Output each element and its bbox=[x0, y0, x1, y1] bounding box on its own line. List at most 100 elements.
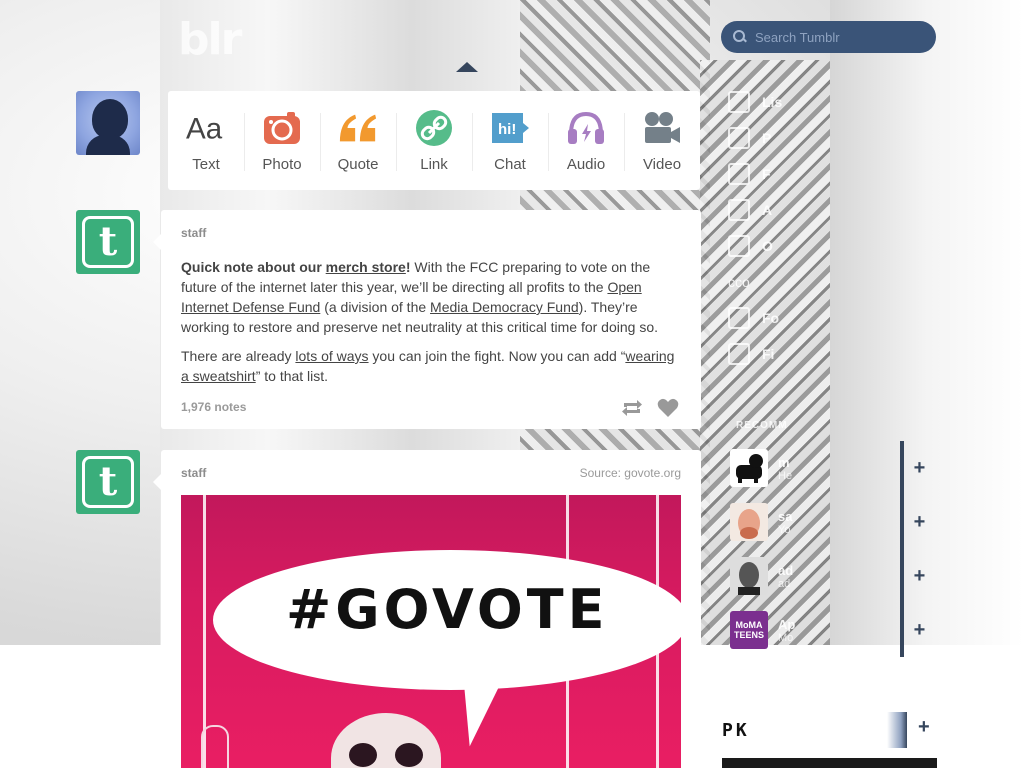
notes-count[interactable]: 1,976 notes bbox=[181, 400, 246, 414]
post-paragraph: Quick note about our merch store! With t… bbox=[181, 257, 676, 337]
blog-avatar: MoMA TEENS bbox=[730, 611, 768, 649]
drafts-icon bbox=[728, 235, 750, 257]
composer-quote-button[interactable]: Quote bbox=[320, 91, 396, 190]
recommended-heading: RECOMM bbox=[736, 420, 788, 431]
post-text: There are already bbox=[181, 348, 296, 364]
composer-chat-button[interactable]: hi! Chat bbox=[472, 91, 548, 190]
post-text: (a division of the bbox=[320, 299, 431, 315]
recommended-blog[interactable]: sa Yo + bbox=[725, 495, 935, 549]
text-icon: Aa bbox=[186, 108, 226, 148]
search-icon bbox=[733, 30, 747, 44]
radar-follow-button[interactable]: + bbox=[918, 716, 930, 739]
blog-avatar bbox=[730, 503, 768, 541]
sidebar-item-label: P bbox=[762, 130, 772, 146]
post-author[interactable]: staff bbox=[181, 226, 206, 240]
blog-avatar bbox=[730, 449, 768, 487]
follow-icon bbox=[728, 307, 750, 329]
merch-store-link[interactable]: merch store bbox=[326, 259, 406, 275]
account-label: cco bbox=[728, 274, 750, 290]
skull-eye bbox=[395, 743, 423, 767]
post-card: staff Quick note about our merch store! … bbox=[153, 210, 701, 429]
recommended-list: m He + sa Yo + ad ad + MoMA TEENS Ap Mo bbox=[725, 441, 935, 657]
staff-avatar[interactable]: t bbox=[76, 450, 140, 514]
composer-label: Video bbox=[642, 156, 682, 173]
media-democracy-fund-link[interactable]: Media Democracy Fund bbox=[430, 299, 579, 315]
staff-avatar[interactable]: t bbox=[76, 210, 140, 274]
tumblr-logo[interactable]: blr bbox=[178, 14, 242, 65]
composer-photo-button[interactable]: Photo bbox=[244, 91, 320, 190]
blog-subtitle: He bbox=[778, 469, 793, 482]
chat-icon: hi! bbox=[490, 108, 530, 148]
post-card: staff Source: govote.org #GOVOTE bbox=[153, 450, 701, 768]
svg-text:hi!: hi! bbox=[498, 121, 516, 138]
follow-button[interactable]: + bbox=[900, 549, 935, 603]
lots-of-ways-link[interactable]: lots of ways bbox=[295, 348, 368, 364]
sidebar-item[interactable]: Lis bbox=[728, 84, 782, 120]
svg-text:Aa: Aa bbox=[186, 112, 223, 145]
composer-audio-button[interactable]: Audio bbox=[548, 91, 624, 190]
avatar-silhouette-head bbox=[92, 99, 128, 139]
composer-link-button[interactable]: Link bbox=[396, 91, 472, 190]
govote-image[interactable]: #GOVOTE bbox=[181, 495, 681, 768]
sidebar-item-label: F bbox=[762, 166, 771, 182]
composer-label: Photo bbox=[262, 156, 302, 173]
composer-label: Audio bbox=[566, 156, 606, 173]
bold-text: Quick note about our bbox=[181, 259, 326, 275]
blog-name: Ap bbox=[778, 616, 796, 632]
composer-text-button[interactable]: Aa Text bbox=[168, 91, 244, 190]
reblog-icon[interactable] bbox=[621, 398, 643, 423]
sidebar-item-label: A bbox=[762, 202, 773, 218]
post-actions bbox=[621, 398, 679, 423]
recommended-blog[interactable]: MoMA TEENS Ap Mo + bbox=[725, 603, 935, 657]
blog-avatar bbox=[730, 557, 768, 595]
skull-drawing bbox=[331, 713, 441, 768]
recommended-blog[interactable]: ad ad + bbox=[725, 549, 935, 603]
sidebar-item[interactable]: O bbox=[728, 228, 782, 264]
heart-icon[interactable] bbox=[657, 398, 679, 423]
sidebar-item-label: Fi bbox=[762, 346, 775, 362]
follow-button[interactable]: + bbox=[900, 603, 935, 657]
post-author[interactable]: staff bbox=[181, 466, 206, 480]
blog-name: ad bbox=[778, 562, 794, 578]
search-input[interactable] bbox=[755, 29, 925, 45]
post-paragraph: There are already lots of ways you can j… bbox=[181, 346, 676, 386]
sidebar-item[interactable]: F bbox=[728, 156, 782, 192]
list-icon bbox=[728, 91, 750, 113]
radar-divider bbox=[887, 712, 907, 748]
account-header: cco bbox=[728, 264, 782, 300]
blog-name: sa bbox=[778, 508, 793, 524]
gear-icon bbox=[728, 343, 750, 365]
radar-widget[interactable]: PK + bbox=[722, 710, 937, 750]
post-text: ” to that list. bbox=[255, 368, 329, 384]
sidebar-item-label: Lis bbox=[762, 94, 783, 110]
post-composer: Aa Text Photo Quote Link hi! Chat Audio … bbox=[168, 91, 700, 190]
hand-drawing bbox=[201, 725, 229, 768]
blog-name: m bbox=[778, 454, 790, 470]
avatar-text: MoMA TEENS bbox=[733, 620, 764, 640]
blog-subtitle: Yo bbox=[778, 523, 791, 536]
follow-button[interactable]: + bbox=[900, 495, 935, 549]
search-bar[interactable] bbox=[721, 21, 936, 53]
followers-icon bbox=[728, 163, 750, 185]
composer-label: Chat bbox=[494, 156, 526, 173]
follow-button[interactable]: + bbox=[900, 441, 935, 495]
sidebar-item[interactable]: A bbox=[728, 192, 782, 228]
composer-label: Link bbox=[420, 156, 448, 173]
nav-indicator-arrow bbox=[456, 62, 478, 72]
tumblr-t-logo: t bbox=[82, 456, 134, 508]
sidebar-item[interactable]: P bbox=[728, 120, 782, 156]
composer-label: Quote bbox=[337, 156, 379, 173]
video-camera-icon bbox=[642, 108, 682, 148]
radar-blog-title[interactable]: PK bbox=[722, 720, 750, 741]
govote-text: #GOVOTE bbox=[286, 578, 609, 641]
user-avatar[interactable] bbox=[76, 91, 140, 155]
composer-label: Text bbox=[192, 156, 220, 173]
link-icon bbox=[414, 108, 454, 148]
recommended-blog[interactable]: m He + bbox=[725, 441, 935, 495]
post-source[interactable]: Source: govote.org bbox=[580, 466, 681, 480]
sidebar-item[interactable]: Fo bbox=[728, 300, 782, 336]
sidebar-item-label: Fo bbox=[762, 310, 780, 326]
composer-video-button[interactable]: Video bbox=[624, 91, 700, 190]
radar-image[interactable] bbox=[722, 758, 937, 768]
sidebar-item[interactable]: Fi bbox=[728, 336, 782, 372]
